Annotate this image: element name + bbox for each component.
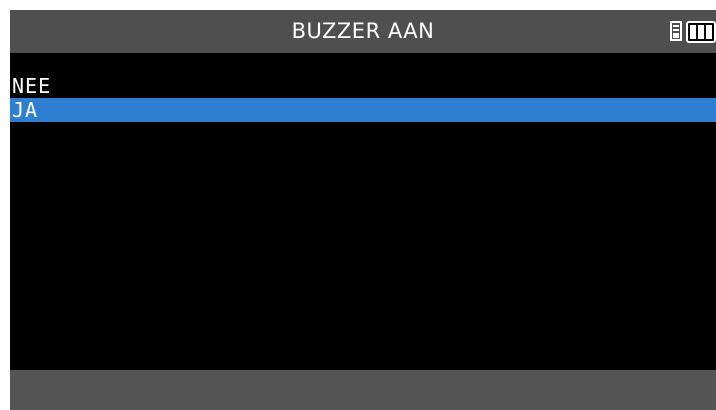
title-bar: BUZZER AAN — [10, 10, 716, 53]
device-screen: BUZZER AAN NEE JA — [10, 10, 716, 410]
option-label: NEE — [12, 74, 52, 98]
sd-card-icon — [670, 21, 682, 41]
option-list: NEE JA — [10, 74, 716, 122]
battery-icon — [686, 21, 716, 43]
screen-title: BUZZER AAN — [291, 19, 435, 43]
option-label: JA — [12, 98, 39, 122]
footer-bar — [10, 370, 716, 410]
option-nee[interactable]: NEE — [10, 74, 716, 98]
option-ja[interactable]: JA — [10, 98, 716, 122]
